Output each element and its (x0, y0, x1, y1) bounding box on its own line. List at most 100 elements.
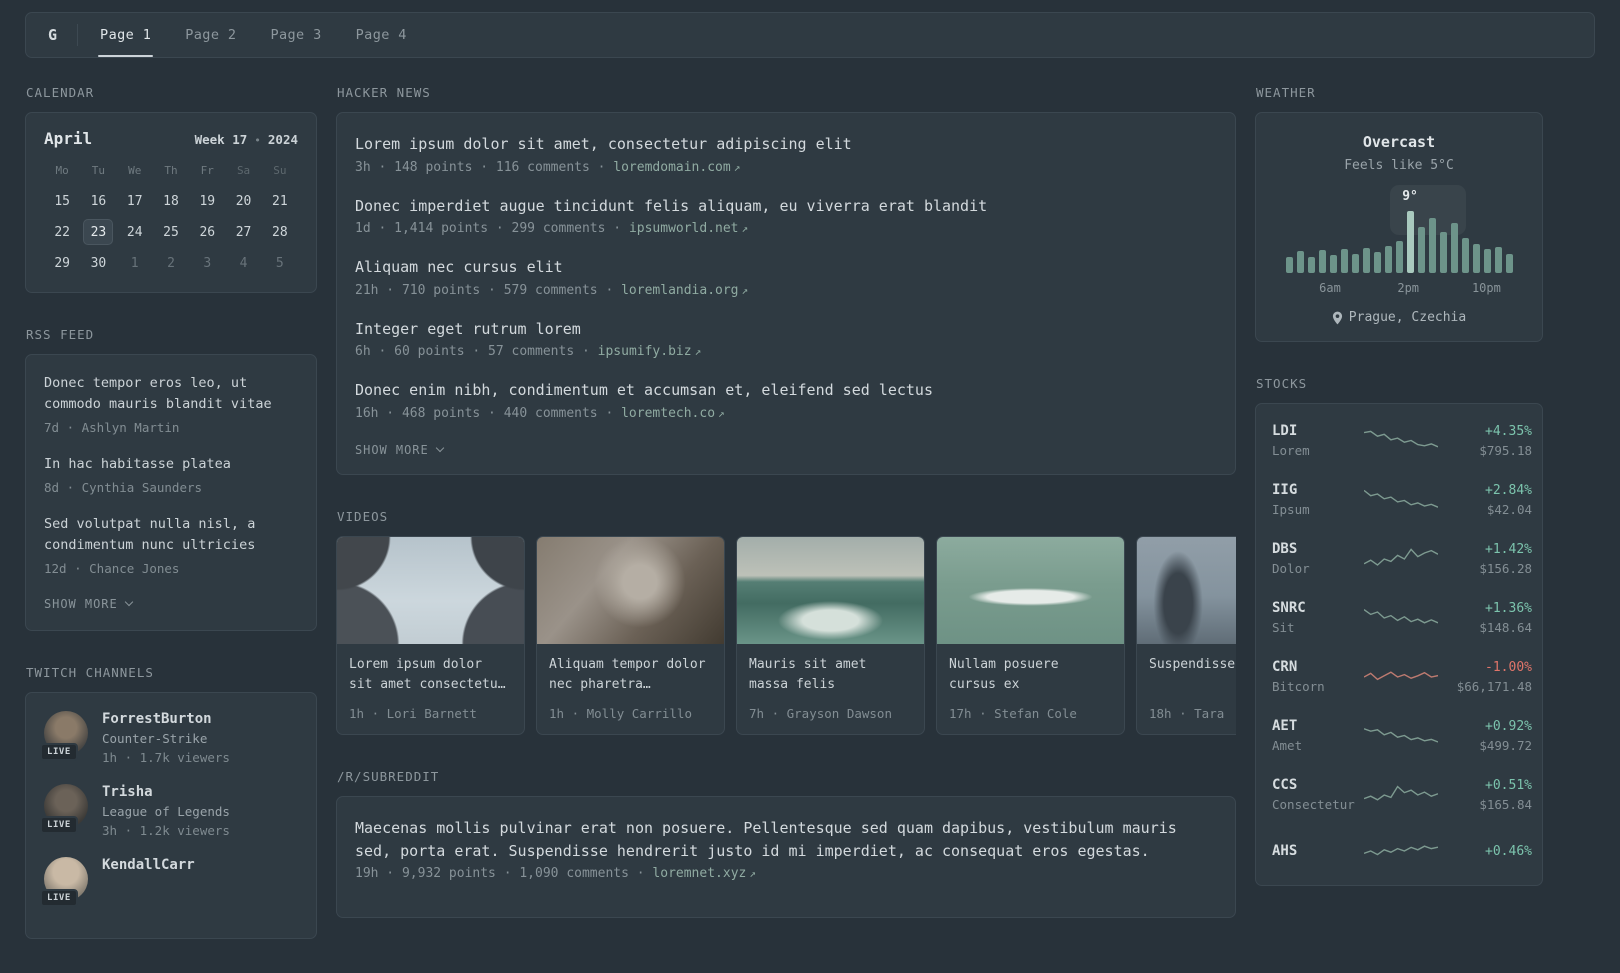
stock-row[interactable]: AHS +0.46% (1256, 824, 1542, 878)
channel-name[interactable]: KendallCarr (102, 857, 195, 873)
video-card[interactable]: Suspendisse diam 18h · Tara (1136, 535, 1236, 736)
news-item-title[interactable]: Donec imperdiet augue tincidunt felis al… (355, 195, 1217, 218)
domain-text: loremtech.co (621, 405, 716, 421)
news-item-title[interactable]: Aliquam nec cursus elit (355, 256, 1217, 279)
calendar-day: 18 (153, 186, 189, 216)
video-card[interactable]: Mauris sit amet massa felis 7h · Grayson … (736, 535, 925, 736)
stock-change: +0.46% (1485, 843, 1532, 859)
news-item-meta: 6h · 60 points · 57 comments · ipsumify.… (355, 344, 1217, 359)
rss-item-title[interactable]: In hac habitasse platea (44, 454, 298, 475)
stock-name: Bitcorn (1272, 679, 1325, 694)
video-title[interactable]: Mauris sit amet massa felis (737, 644, 924, 697)
news-item-domain-link[interactable]: loremnet.xyz ↗ (652, 866, 756, 881)
twitch-channel[interactable]: LIVE Trisha League of Legends 3h · 1.2k vie… (40, 783, 298, 838)
video-title[interactable]: Nullam posuere cursus ex (937, 644, 1124, 697)
rss-widget: Donec tempor eros leo, ut commodo mauris… (25, 354, 317, 631)
hacker-news-list: Lorem ipsum dolor sit amet, consectetur … (355, 133, 1217, 421)
channel-meta: 1h · 1.7k viewers (102, 749, 230, 765)
news-item-domain-link[interactable]: loremdomain.com ↗ (613, 160, 740, 175)
weather-bar (1450, 223, 1458, 273)
calendar-day-number: 16 (90, 193, 107, 209)
calendar-day-number: 17 (126, 193, 143, 209)
stock-price: $165.84 (1479, 796, 1532, 812)
weather-bar (1395, 241, 1403, 273)
stock-price: $499.72 (1479, 737, 1532, 753)
avatar: LIVE (40, 783, 88, 834)
twitch-channel-info: ForrestBurton Counter-Strike 1h · 1.7k vie… (102, 711, 230, 765)
stock-name: Dolor (1272, 561, 1310, 576)
stock-ticker: CRN (1272, 659, 1298, 675)
location-pin-icon (1332, 311, 1342, 324)
news-item-meta: 21h · 710 points · 579 comments · loreml… (355, 283, 1217, 298)
stock-values: +0.46% (1444, 844, 1532, 859)
channel-name[interactable]: Trisha (102, 784, 230, 800)
stock-ticker: AET (1272, 718, 1298, 734)
video-meta: 1h · Lori Barnett (349, 706, 477, 722)
news-item-title[interactable]: Lorem ipsum dolor sit amet, consectetur … (355, 133, 1217, 156)
twitch-list: LIVE ForrestBurton Counter-Strike 1h · 1.7k… (40, 710, 298, 907)
video-card[interactable]: Lorem ipsum dolor sit amet consectetu… 1h… (336, 535, 525, 736)
stock-name: Amet (1272, 738, 1303, 753)
tab-page-4[interactable]: Page 4 (354, 13, 409, 57)
stock-row[interactable]: SNRC Sit +1.36% $148.64 (1256, 588, 1542, 647)
calendar-day-number: 2 (167, 255, 175, 271)
subreddit-list: Maecenas mollis pulvinar erat non posuer… (355, 817, 1217, 881)
weather-bar (1494, 246, 1502, 273)
news-item-domain-link[interactable]: ipsumworld.net ↗ (629, 221, 748, 236)
video-thumbnail (1137, 536, 1236, 644)
news-item-domain-link[interactable]: ipsumify.biz ↗ (598, 344, 702, 359)
stock-row[interactable]: CRN Bitcorn -1.00% $66,171.48 (1256, 647, 1542, 706)
domain-text: ipsumify.biz (597, 344, 692, 359)
tab-page-1[interactable]: Page 1 (98, 13, 154, 57)
stock-values: +2.84% $42.04 (1444, 483, 1532, 517)
stock-change: +0.92% (1485, 718, 1532, 734)
news-item-domain-link[interactable]: loremtech.co ↗ (621, 406, 725, 421)
video-card[interactable]: Aliquam tempor dolor nec pharetra… 1h · M… (536, 535, 725, 736)
hacker-news-show-more-button[interactable]: SHOW MORE (355, 443, 444, 457)
rss-show-more-button[interactable]: SHOW MORE (44, 597, 133, 611)
weather-bar (1351, 253, 1359, 273)
calendar-day-number: 24 (126, 224, 143, 240)
rss-item-title[interactable]: Sed volutpat nulla nisl, a condimentum n… (44, 514, 298, 556)
app-logo[interactable]: G (48, 26, 57, 44)
video-title[interactable]: Suspendisse diam (1137, 644, 1236, 697)
news-item-domain-link[interactable]: loremlandia.org ↗ (621, 283, 748, 298)
middle-column: HACKER NEWS Lorem ipsum dolor sit amet, … (336, 85, 1236, 952)
video-title[interactable]: Lorem ipsum dolor sit amet consectetu… (337, 644, 524, 697)
news-item-stats: 21h · 710 points · 579 comments · (355, 282, 622, 298)
calendar-day: 22 (44, 217, 80, 247)
stock-row[interactable]: AET Amet +0.92% $499.72 (1256, 706, 1542, 765)
weather-location-text: Prague, Czechia (1348, 310, 1467, 325)
video-meta: 17h · Stefan Cole (949, 706, 1077, 722)
weather-bar (1285, 256, 1293, 273)
stock-row[interactable]: DBS Dolor +1.42% $156.28 (1256, 529, 1542, 588)
weather-bar (1505, 253, 1513, 273)
twitch-channel[interactable]: LIVE KendallCarr (40, 856, 298, 907)
stock-row[interactable]: CCS Consectetur +0.51% $165.84 (1256, 765, 1542, 824)
calendar-day: 29 (44, 248, 80, 278)
tab-page-2[interactable]: Page 2 (183, 13, 238, 57)
video-card[interactable]: Nullam posuere cursus ex 17h · Stefan Col… (936, 535, 1125, 736)
rss-item: In hac habitasse platea 8d · Cynthia Saun… (44, 454, 298, 495)
news-item-title[interactable]: Integer eget rutrum lorem (355, 318, 1217, 341)
live-badge: LIVE (40, 742, 78, 761)
videos-section-title: VIDEOS (337, 508, 389, 524)
tab-page-3[interactable]: Page 3 (268, 13, 323, 57)
channel-name[interactable]: ForrestBurton (102, 711, 230, 727)
news-item: Lorem ipsum dolor sit amet, consectetur … (355, 133, 1217, 175)
twitch-channel[interactable]: LIVE ForrestBurton Counter-Strike 1h · 1.7k… (40, 710, 298, 765)
stock-identity: LDI Lorem (1272, 423, 1358, 458)
rss-item-title[interactable]: Donec tempor eros leo, ut commodo mauris… (44, 373, 298, 415)
news-item-title[interactable]: Donec enim nibh, condimentum et accumsan… (355, 379, 1217, 402)
weather-bar (1483, 249, 1491, 273)
stock-row[interactable]: IIG Ipsum +2.84% $42.04 (1256, 470, 1542, 529)
video-title[interactable]: Aliquam tempor dolor nec pharetra… (537, 644, 724, 697)
stock-row[interactable]: LDI Lorem +4.35% $795.18 (1256, 411, 1542, 470)
rss-section: RSS FEED Donec tempor eros leo, ut commo… (25, 327, 317, 631)
news-item-title[interactable]: Maecenas mollis pulvinar erat non posuer… (355, 817, 1217, 862)
external-link-icon: ↗ (741, 222, 749, 235)
calendar-section: CALENDAR April Week 17 • 2024 Mo Tu We Th Fr… (25, 85, 317, 293)
weather-bar (1296, 251, 1304, 273)
calendar-day: 21 (262, 186, 298, 216)
stock-ticker: LDI (1272, 423, 1298, 439)
